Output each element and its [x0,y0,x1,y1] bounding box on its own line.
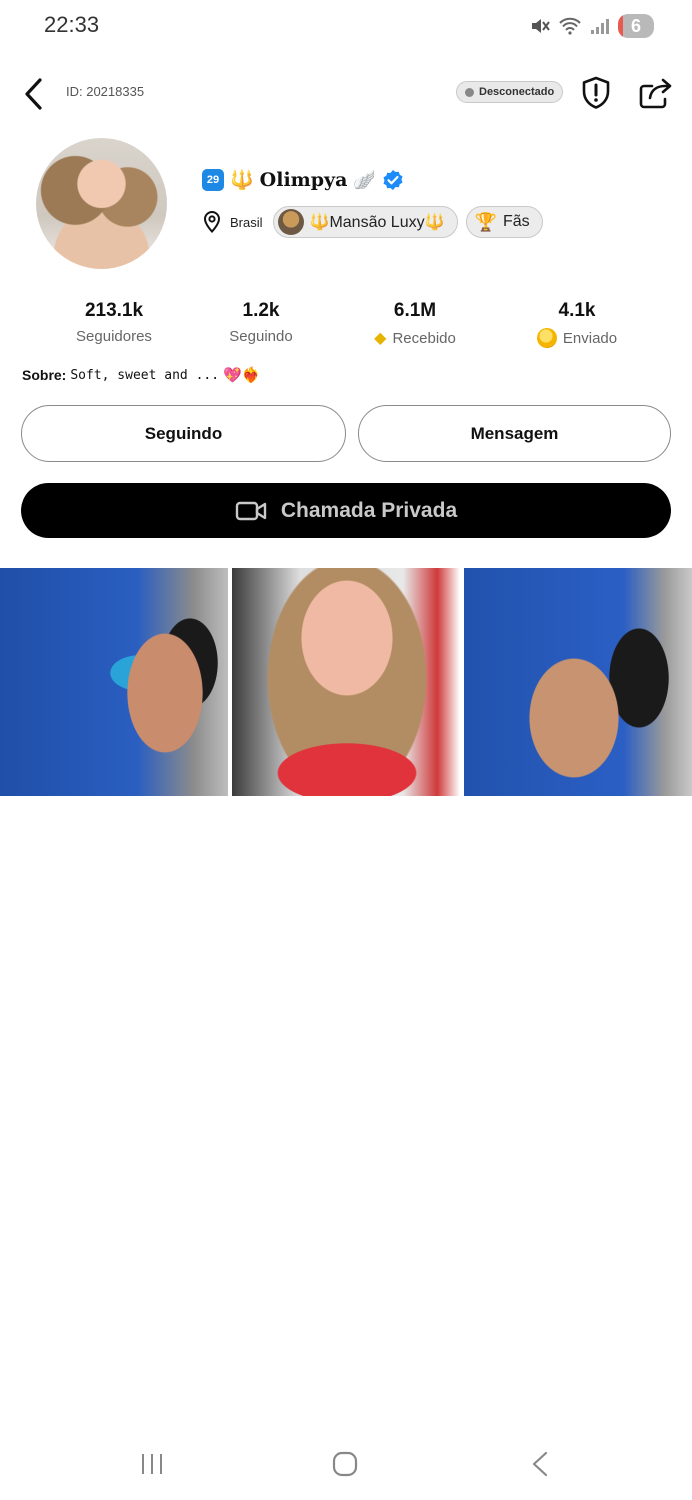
system-back-icon [532,1451,548,1477]
chevron-left-icon [25,78,42,110]
share-button[interactable] [638,76,674,110]
stat-value: 6.1M [393,300,437,321]
about-section: Sobre: Soft, sweet and ... 💖❤️‍🔥 [22,366,260,384]
signal-icon [591,19,609,34]
home-button[interactable] [332,1451,358,1477]
location-pin-icon [203,210,221,233]
verified-icon [383,170,403,190]
gallery-photo-2[interactable] [232,568,460,796]
country-label: Brasil [230,214,263,230]
stat-followers[interactable]: 213.1k Seguidores [44,300,184,345]
stat-value: 213.1k [84,300,144,321]
fans-chip-label: Fãs [502,213,530,230]
mute-icon [532,19,550,33]
shield-alert-icon [582,76,610,109]
user-id: ID: 20218335 [66,84,145,99]
diamond-icon: ◆ [374,330,387,347]
about-label: Sobre: [22,367,67,383]
wing-icon: 🪽 [353,169,376,190]
stat-received[interactable]: 6.1M ◆ Recebido [345,300,485,348]
level-badge: 29 [202,169,224,191]
family-chip-label: 🔱Mansão Luxy🔱 [309,214,445,231]
stat-label: Seguindo [229,328,293,345]
connection-status-label: Desconectado [479,86,555,98]
wifi-icon [559,17,581,35]
recent-apps-button[interactable] [140,1452,164,1476]
stat-value: 1.2k [242,300,280,321]
private-call-button[interactable]: Chamada Privada [21,483,671,538]
profile-name: Olimpya [259,169,348,191]
home-icon [332,1451,358,1477]
share-icon [639,78,672,109]
about-text: Soft, sweet and ... [70,367,220,383]
coin-icon [536,328,557,348]
stat-label: Seguidores [76,328,152,345]
battery-indicator: 6 [618,14,654,38]
private-call-label: Chamada Privada [280,498,458,522]
profile-meta-row: Brasil 🔱Mansão Luxy🔱 🏆 Fãs [202,206,543,238]
fans-chip[interactable]: 🏆 Fãs [465,206,543,238]
stat-label: Enviado [562,329,618,347]
stat-value: 4.1k [558,300,596,321]
status-dot-icon [465,87,474,97]
video-camera-icon [235,501,267,520]
following-button[interactable]: Seguindo [21,405,346,462]
gallery-photo-1[interactable] [0,568,228,796]
status-icons: 6 [530,14,654,38]
about-emoji: 💖❤️‍🔥 [223,367,261,384]
profile-avatar[interactable] [36,138,167,269]
trident-icon: 🔱 [230,170,254,191]
profile-name-row: 29 🔱 Olimpya 🪽 [202,168,404,192]
connection-status-badge: Desconectado [456,81,564,103]
status-time: 22:33 [44,12,100,37]
message-button[interactable]: Mensagem [358,405,671,462]
family-chip[interactable]: 🔱Mansão Luxy🔱 [272,206,458,238]
trophy-icon: 🏆 [474,211,497,232]
family-avatar-icon [277,209,304,235]
stat-sent[interactable]: 4.1k Enviado [507,300,647,348]
recent-apps-icon [142,1454,162,1474]
stat-following[interactable]: 1.2k Seguindo [191,300,331,345]
system-back-button[interactable] [530,1451,550,1477]
back-button[interactable] [22,74,52,114]
stat-label: Recebido [392,329,456,347]
report-button[interactable] [580,76,612,110]
gallery-photo-3[interactable] [464,568,692,796]
